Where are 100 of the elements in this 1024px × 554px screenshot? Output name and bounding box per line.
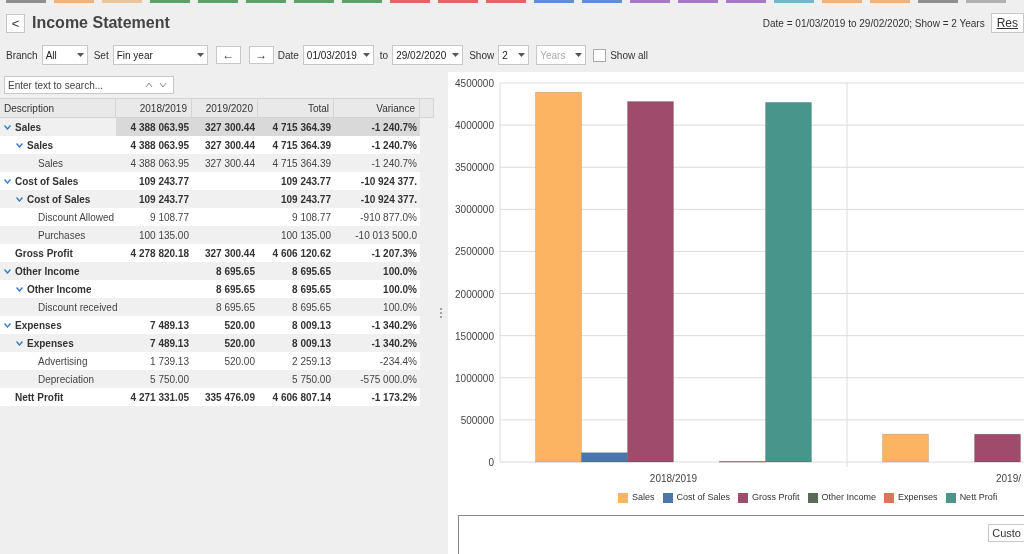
caret-icon (575, 53, 583, 57)
row-label: Sales (27, 138, 54, 153)
table-cell-text: -1 240.7% (371, 156, 417, 171)
table-row[interactable]: Advertising 1 739.13 520.00 2 259.13 -234.4% (0, 352, 420, 370)
table-cell-text: 7 489.13 (150, 336, 189, 351)
legend-label: Nett Profi (959, 491, 998, 505)
color-tab[interactable] (678, 0, 718, 3)
chevron-icon[interactable] (16, 286, 23, 292)
row-label: Cost of Sales (27, 192, 91, 207)
table-cell-text: 8 009.13 (292, 336, 331, 351)
table-cell-text: -10 924 377. (360, 174, 417, 189)
axis-tick-label: 3500000 (455, 162, 494, 174)
column-header[interactable]: Total (258, 99, 334, 117)
table-cell-text: -1 207.3% (371, 246, 417, 261)
chevron-icon[interactable] (4, 268, 11, 274)
table-cell-text: 100 135.00 (138, 228, 189, 243)
reset-button[interactable]: Res (990, 13, 1024, 33)
table-cell-text: 335 476.09 (204, 390, 255, 405)
date-to-select[interactable]: 29/02/2020 (392, 45, 464, 65)
previous-button[interactable]: ← (215, 46, 241, 64)
color-tab[interactable] (6, 0, 46, 3)
table-cell-text: 4 388 063.95 (130, 138, 189, 153)
color-tab[interactable] (54, 0, 94, 3)
color-tab[interactable] (294, 0, 334, 3)
legend-label: Expenses (898, 491, 938, 505)
chevron-icon[interactable] (16, 196, 23, 202)
caret-icon (518, 53, 526, 57)
table-cell-text: 100.0% (383, 300, 417, 315)
color-tab[interactable] (102, 0, 142, 3)
row-label: Expenses (27, 336, 74, 351)
table-row[interactable]: Discount Allowed 9 108.77 9 108.77 -910 877.0% (0, 208, 420, 226)
table-row[interactable]: Cost of Sales 109 243.77 109 243.77 -10 924 377. (0, 172, 420, 190)
table-cell-text: 2 259.13 (292, 354, 331, 369)
show-label: Show (469, 48, 495, 63)
table-cell-text: 4 606 120.62 (272, 246, 331, 261)
table-cell-text: 100.0% (383, 282, 417, 297)
color-tab[interactable] (918, 0, 958, 3)
chevron-icon[interactable] (16, 340, 23, 346)
table-cell-text: 109 243.77 (138, 174, 189, 189)
table-cell-text: 5 750.00 (292, 372, 331, 387)
table-cell-text: 4 715 364.39 (272, 138, 331, 153)
set-select[interactable]: Fin year (112, 45, 208, 65)
table-row[interactable]: Gross Profit 4 278 820.18 327 300.44 4 606 120.62 -1 207.3% (0, 244, 420, 262)
table-cell-text: 8 695.65 (292, 282, 331, 297)
table-row[interactable]: Sales 4 388 063.95 327 300.44 4 715 364.39 -1 240.7% (0, 136, 420, 154)
color-tab[interactable] (822, 0, 862, 3)
row-label: Depreciation (38, 372, 95, 387)
table-cell-text: 4 715 364.39 (272, 156, 331, 171)
chevron-icon[interactable] (4, 124, 11, 130)
show-select[interactable]: 2 (498, 45, 530, 65)
row-label: Advertising (38, 354, 88, 369)
axis-tick-label: 1000000 (455, 372, 494, 384)
color-tab[interactable] (726, 0, 766, 3)
table-row[interactable]: Expenses 7 489.13 520.00 8 009.13 -1 340.2% (0, 316, 420, 334)
navigation-arrows-icon[interactable] (145, 82, 169, 88)
table-row[interactable]: Nett Profit 4 271 331.05 335 476.09 4 606 807.14 -1 173.2% (0, 388, 420, 406)
column-header[interactable]: Variance (334, 99, 420, 117)
table-cell-text: 8 009.13 (292, 318, 331, 333)
color-tab[interactable] (150, 0, 190, 3)
table-cell-text: -575 000.0% (360, 372, 417, 387)
custom-button[interactable]: Custo (988, 524, 1024, 542)
branch-label: Branch (6, 48, 38, 63)
color-tab[interactable] (342, 0, 382, 3)
color-tab[interactable] (870, 0, 910, 3)
date-from-select[interactable]: 01/03/2019 (302, 45, 374, 65)
column-header[interactable]: Description (0, 99, 116, 117)
row-label: Cost of Sales (15, 174, 79, 189)
row-label: Other Income (27, 282, 92, 297)
back-button[interactable]: < (6, 13, 25, 33)
search-field[interactable]: Enter text to search... (4, 76, 174, 94)
table-cell-text: 8 695.65 (216, 264, 255, 279)
caret-icon (452, 53, 460, 57)
table-cell-text: -1 240.7% (371, 138, 417, 153)
column-header[interactable]: 2019/2020 (192, 99, 258, 117)
show-all-label: Show all (610, 48, 648, 63)
table-cell-text: 1 739.13 (150, 354, 189, 369)
page-title: Income Statement (32, 13, 170, 33)
color-tab[interactable] (630, 0, 670, 3)
show-all-checkbox[interactable] (593, 48, 607, 62)
color-tab[interactable] (390, 0, 430, 3)
column-header[interactable]: 2018/2019 (116, 99, 192, 117)
color-tab[interactable] (582, 0, 622, 3)
color-tab[interactable] (438, 0, 478, 3)
color-tab[interactable] (966, 0, 1006, 3)
color-tab[interactable] (774, 0, 814, 3)
chevron-icon[interactable] (16, 142, 23, 148)
chevron-icon[interactable] (4, 322, 11, 328)
chevron-icon[interactable] (4, 178, 11, 184)
table-row[interactable]: Other Income 8 695.65 8 695.65 100.0% (0, 280, 420, 298)
color-tab[interactable] (486, 0, 526, 3)
row-label: Purchases (38, 228, 86, 243)
color-tab[interactable] (534, 0, 574, 3)
color-tab[interactable] (198, 0, 238, 3)
branch-select[interactable]: All (41, 45, 88, 65)
color-tab[interactable] (246, 0, 286, 3)
table-cell-text: 8 695.65 (216, 282, 255, 297)
next-button[interactable]: → (248, 46, 274, 64)
row-label: Sales (15, 120, 42, 135)
table-cell-text: 5 750.00 (150, 372, 189, 387)
row-label: Nett Profit (15, 390, 64, 405)
